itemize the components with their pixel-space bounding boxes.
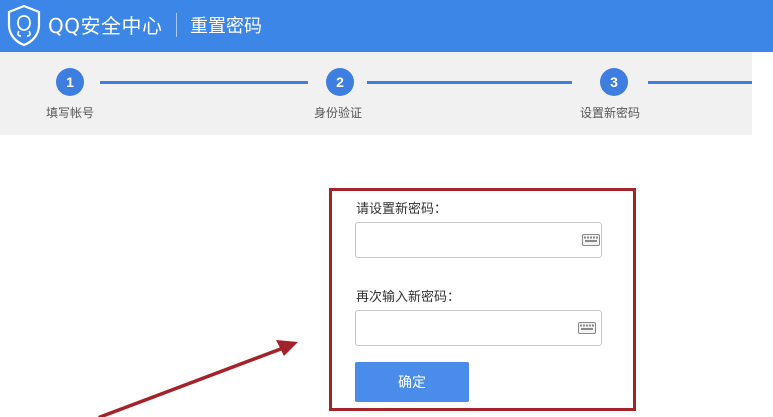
step-2-number: 2	[326, 68, 354, 96]
shield-icon	[7, 4, 41, 47]
step-connector	[367, 81, 572, 84]
keyboard-icon[interactable]	[578, 322, 596, 334]
page-title: 重置密码	[190, 16, 262, 37]
step-3-label: 设置新密码	[580, 106, 641, 120]
new-password-label: 请设置新密码：	[356, 202, 448, 217]
keyboard-icon[interactable]	[582, 234, 600, 246]
confirm-password-input[interactable]	[355, 310, 602, 346]
confirm-button[interactable]: 确定	[355, 362, 469, 402]
header-divider	[176, 13, 177, 37]
new-password-input[interactable]	[355, 222, 602, 258]
brand-title[interactable]: QQ安全中心	[48, 10, 162, 39]
step-3-number: 3	[600, 68, 628, 96]
step-2-label: 身份验证	[314, 106, 363, 120]
step-connector	[648, 81, 752, 84]
top-header: QQ安全中心 重置密码	[0, 0, 773, 52]
step-progress-bar: 1 2 3 填写帐号 身份验证 设置新密码	[0, 52, 752, 135]
step-connector	[100, 81, 308, 84]
confirm-password-label: 再次输入新密码：	[356, 290, 461, 305]
step-1-number: 1	[56, 68, 84, 96]
step-1-label: 填写帐号	[46, 106, 95, 120]
